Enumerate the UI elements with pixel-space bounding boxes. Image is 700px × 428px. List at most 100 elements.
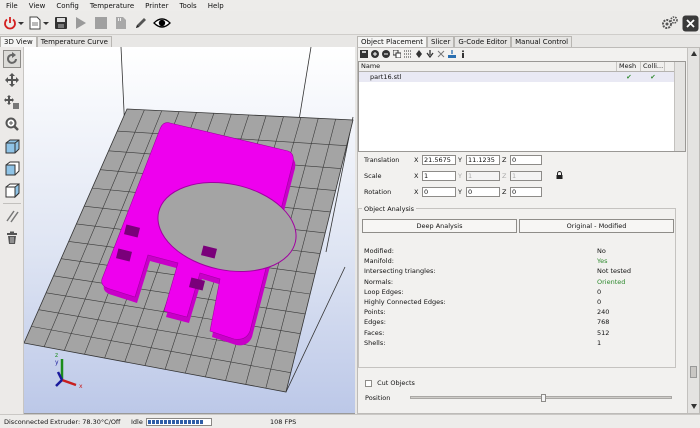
side-view-icon[interactable]	[3, 181, 21, 199]
isometric-view-icon[interactable]	[3, 137, 21, 155]
table-scrollbar[interactable]	[674, 62, 685, 151]
view-tool-strip	[0, 47, 24, 414]
analysis-value: 1	[597, 338, 602, 347]
scale-x-field[interactable]: 1	[422, 170, 456, 181]
trash-icon[interactable]	[3, 229, 21, 247]
land-object-icon[interactable]	[448, 49, 456, 58]
analysis-stats: Modified: No Manifold: Yes Intersecting tria…	[364, 247, 674, 349]
tab-slicer[interactable]: Slicer	[426, 36, 455, 47]
info-icon[interactable]	[459, 49, 467, 58]
translation-y-field[interactable]: 11.1235	[466, 154, 500, 165]
add-object-icon[interactable]	[371, 49, 379, 58]
cut-objects-section: Cut Objects Position	[360, 376, 678, 412]
tab-object-placement[interactable]: Object Placement	[357, 36, 427, 47]
copy-object-icon[interactable]	[393, 49, 401, 58]
axis-y-label: Y	[458, 187, 462, 196]
cut-objects-label: Cut Objects	[377, 379, 415, 387]
scroll-down-icon[interactable]	[691, 403, 697, 411]
analysis-key: Edges:	[364, 318, 386, 327]
axis-label-z: z	[55, 352, 58, 359]
close-app-icon[interactable]	[681, 14, 699, 32]
scale-label: Scale	[364, 171, 382, 180]
column-mesh[interactable]: Mesh	[617, 62, 641, 71]
remove-object-icon[interactable]	[382, 49, 390, 58]
transform-controls: Translation X 21.5675 Y 11.1235 Z 0 Scal…	[364, 154, 664, 200]
rotation-z-field[interactable]: 0	[510, 186, 542, 197]
center-object-icon[interactable]	[415, 49, 423, 58]
analysis-value: 240	[597, 308, 610, 317]
fps-counter: 108 FPS	[270, 418, 297, 426]
analysis-key: Normals:	[364, 277, 394, 286]
save-object-icon[interactable]	[360, 49, 368, 58]
scale-row: Scale X 1 Y 1 Z 1	[364, 170, 563, 181]
drop-object-icon[interactable]	[426, 49, 434, 58]
analysis-row: Highly Connected Edges: 0	[364, 298, 674, 308]
3d-viewport[interactable]: y z x	[24, 47, 355, 414]
menu-temperature[interactable]: Temperature	[90, 2, 134, 10]
menu-printer[interactable]: Printer	[145, 2, 168, 10]
autoposition-icon[interactable]	[404, 50, 412, 58]
analysis-key: Modified:	[364, 247, 394, 255]
tab-3d-view[interactable]: 3D View	[0, 36, 37, 47]
scroll-thumb[interactable]	[690, 366, 697, 378]
settings-gears-icon[interactable]	[661, 14, 679, 32]
analysis-row: Loop Edges: 0	[364, 288, 674, 298]
pencil-icon[interactable]	[133, 14, 149, 32]
move-object-icon[interactable]	[3, 93, 21, 111]
view-tabs: 3D View Temperature Curve	[0, 36, 355, 47]
axis-y-label: Y	[458, 171, 462, 180]
analysis-value: Oriented	[597, 277, 626, 286]
power-icon[interactable]	[3, 14, 17, 32]
menu-bar: File View Config Temperature Printer Too…	[0, 0, 700, 11]
menu-tools[interactable]: Tools	[179, 2, 196, 10]
split-object-icon[interactable]	[437, 50, 445, 58]
cut-position-thumb[interactable]	[541, 394, 546, 402]
menu-config[interactable]: Config	[56, 2, 78, 10]
tool-divider	[3, 203, 21, 204]
cut-position-slider[interactable]	[410, 394, 672, 402]
menu-view[interactable]: View	[29, 2, 46, 10]
menu-help[interactable]: Help	[208, 2, 224, 10]
move-view-icon[interactable]	[3, 71, 21, 89]
play-icon[interactable]	[73, 14, 89, 32]
axis-x-label: X	[414, 155, 419, 164]
new-file-dropdown-icon[interactable]	[43, 14, 49, 32]
translation-label: Translation	[364, 155, 400, 164]
power-dropdown-icon[interactable]	[18, 14, 24, 32]
panel-scrollbar[interactable]	[687, 48, 699, 413]
object-name-cell: part16.stl	[370, 73, 402, 81]
menu-file[interactable]: File	[6, 2, 18, 10]
tab-gcode-editor[interactable]: G-Code Editor	[454, 36, 512, 47]
rotation-x-field[interactable]: 0	[422, 186, 456, 197]
deep-analysis-button[interactable]: Deep Analysis	[362, 219, 517, 233]
print-progress-bar	[146, 418, 212, 426]
new-file-icon[interactable]	[28, 14, 42, 32]
scroll-up-icon[interactable]	[691, 50, 697, 58]
translation-x-field[interactable]: 21.5675	[422, 154, 456, 165]
front-view-icon[interactable]	[3, 159, 21, 177]
cut-objects-row: Cut Objects	[365, 379, 415, 387]
translation-z-field[interactable]: 0	[510, 154, 542, 165]
eye-icon[interactable]	[153, 14, 171, 32]
mesh-ok-icon: ✔	[626, 73, 632, 81]
stop-icon[interactable]	[93, 14, 109, 32]
original-modified-button[interactable]: Original - Modified	[519, 219, 674, 233]
tab-temperature-curve[interactable]: Temperature Curve	[36, 36, 112, 47]
rotate-view-icon[interactable]	[3, 50, 21, 68]
parallel-lines-icon[interactable]	[3, 207, 21, 225]
lock-scale-icon[interactable]	[556, 170, 563, 181]
column-collision[interactable]: Colli...	[641, 62, 665, 71]
main-toolbar	[0, 11, 700, 35]
zoom-icon[interactable]	[3, 115, 21, 133]
printer-scene: y z x	[24, 47, 354, 393]
tab-manual-control[interactable]: Manual Control	[511, 36, 573, 47]
sd-card-icon[interactable]	[113, 14, 129, 32]
printer-state: Idle	[131, 418, 143, 426]
analysis-key: Highly Connected Edges:	[364, 297, 446, 306]
print-progress-fill	[148, 420, 205, 424]
rotation-y-field[interactable]: 0	[466, 186, 500, 197]
save-icon[interactable]	[53, 14, 69, 32]
column-name[interactable]: Name	[359, 62, 617, 71]
table-row[interactable]: part16.stl ✔ ✔	[359, 72, 685, 82]
cut-objects-checkbox[interactable]	[365, 379, 372, 387]
